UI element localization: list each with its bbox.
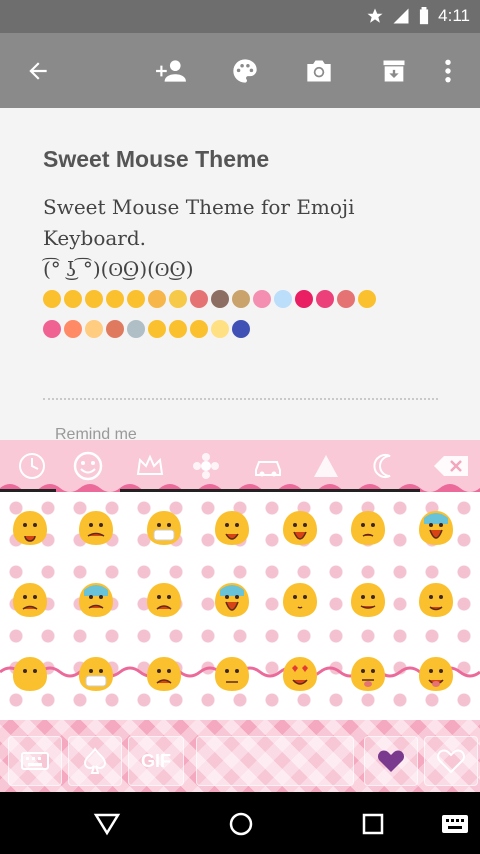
blob-unamused-emoji-key[interactable]	[212, 654, 252, 694]
home-nav-icon[interactable]	[226, 809, 256, 839]
note-title[interactable]: Sweet Mouse Theme	[43, 146, 269, 173]
note-content: Sweet Mouse Theme Sweet Mouse Theme for …	[0, 108, 480, 443]
app-toolbar	[0, 33, 480, 108]
blob-frown-emoji-key[interactable]	[144, 580, 184, 620]
archive-icon[interactable]	[378, 55, 410, 87]
blob-scream-blue-emoji-key[interactable]	[416, 508, 456, 548]
smiley-icon[interactable]	[72, 450, 104, 482]
blob-mask-emoji-key[interactable]	[76, 654, 116, 694]
signal-icon	[392, 7, 410, 25]
backspace-icon[interactable]	[432, 450, 472, 482]
battery-icon	[418, 7, 430, 25]
blob-sad-open-emoji-key[interactable]	[212, 508, 252, 548]
bottom-key-row: GIF	[0, 720, 480, 792]
space-key[interactable]	[196, 736, 354, 786]
blob-wink-tongue-emoji-key[interactable]	[416, 654, 456, 694]
blob-mask-angry-emoji-key[interactable]	[144, 508, 184, 548]
add-person-icon[interactable]	[155, 55, 187, 87]
emoji-strip-1	[43, 290, 376, 308]
navigation-bar	[0, 792, 480, 854]
status-bar: 4:11	[0, 0, 480, 33]
palette-icon[interactable]	[229, 55, 261, 87]
moon-icon[interactable]	[370, 450, 402, 482]
blob-no-mouth-emoji-key[interactable]	[10, 654, 50, 694]
blob-surprised-emoji-key[interactable]	[10, 508, 50, 548]
back-nav-icon[interactable]	[92, 809, 122, 839]
emoji-strip-2	[43, 320, 250, 338]
blob-dizzy-emoji-key[interactable]	[416, 580, 456, 620]
recents-nav-icon[interactable]	[358, 809, 388, 839]
emoji-grid	[0, 492, 480, 774]
category-bar	[0, 440, 480, 494]
gif-key[interactable]: GIF	[128, 736, 184, 786]
spade-key[interactable]	[68, 736, 122, 786]
flower-icon[interactable]	[190, 450, 222, 482]
keyboard-nav-icon[interactable]	[438, 809, 472, 839]
divider	[43, 398, 438, 400]
heart-key[interactable]	[364, 736, 418, 786]
blob-relieved-emoji-key[interactable]	[348, 580, 388, 620]
blob-shout-emoji-key[interactable]	[280, 508, 320, 548]
blob-frown-2-emoji-key[interactable]	[144, 654, 184, 694]
blob-tongue-emoji-key[interactable]	[348, 654, 388, 694]
blob-whistle-emoji-key[interactable]	[280, 580, 320, 620]
star-icon	[366, 7, 384, 25]
crown-icon[interactable]	[134, 450, 166, 482]
blob-fearful-emoji-key[interactable]	[212, 580, 252, 620]
triangle-icon[interactable]	[310, 450, 342, 482]
blob-tear-emoji-key[interactable]	[10, 580, 50, 620]
keyboard-switch-key[interactable]	[8, 736, 62, 786]
heart-outline-key[interactable]	[424, 736, 478, 786]
clock-icon[interactable]	[16, 450, 48, 482]
blob-cold-sweat-emoji-key[interactable]	[76, 580, 116, 620]
blob-worried-emoji-key[interactable]	[348, 508, 388, 548]
note-body[interactable]: Sweet Mouse Theme for Emoji Keyboard. (͡…	[43, 192, 443, 285]
camera-icon[interactable]	[303, 55, 335, 87]
status-time: 4:11	[438, 6, 470, 25]
emoji-keyboard: GIF	[0, 440, 480, 792]
back-arrow-icon[interactable]	[22, 55, 54, 87]
car-icon[interactable]	[252, 450, 284, 482]
more-vert-icon[interactable]	[432, 55, 464, 87]
blob-angry-emoji-key[interactable]	[76, 508, 116, 548]
blob-heart-eyes-emoji-key[interactable]	[280, 654, 320, 694]
